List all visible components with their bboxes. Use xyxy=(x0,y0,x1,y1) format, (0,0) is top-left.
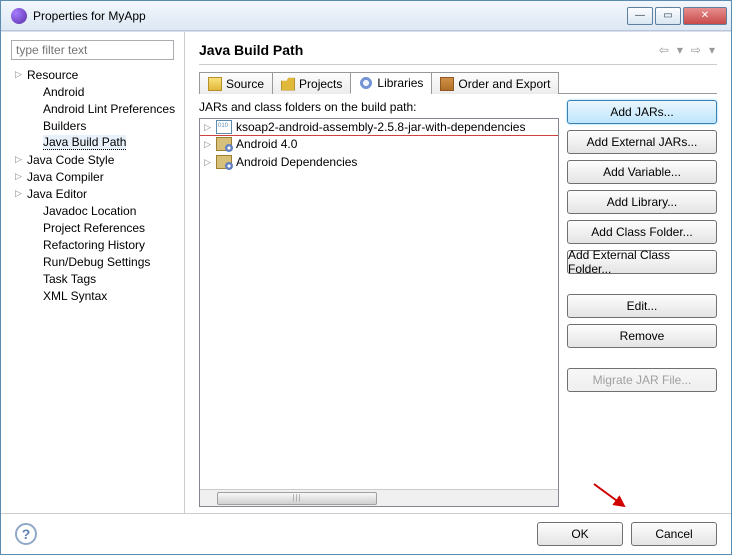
tree-item[interactable]: XML Syntax xyxy=(11,287,180,304)
dialog-footer: ? OK Cancel xyxy=(1,513,731,554)
library-entry-label: ksoap2-android-assembly-2.5.8-jar-with-d… xyxy=(236,120,525,134)
tree-item[interactable]: Run/Debug Settings xyxy=(11,253,180,270)
tree-item[interactable]: Java Build Path xyxy=(11,134,180,151)
tree-item-label: Run/Debug Settings xyxy=(43,255,150,269)
expand-arrow-icon[interactable]: ▷ xyxy=(204,157,216,168)
category-tree[interactable]: ▷ResourceAndroidAndroid Lint Preferences… xyxy=(5,66,180,507)
minimize-button[interactable]: — xyxy=(627,7,653,25)
jar-icon xyxy=(216,120,232,134)
edit-button[interactable]: Edit... xyxy=(567,294,717,318)
library-entry-label: Android Dependencies xyxy=(236,155,357,169)
add-external-class-folder-button[interactable]: Add External Class Folder... xyxy=(567,250,717,274)
page-title: Java Build Path xyxy=(199,42,657,58)
tree-item[interactable]: ▷Resource xyxy=(11,66,180,83)
add-library-button[interactable]: Add Library... xyxy=(567,190,717,214)
scrollbar-thumb[interactable] xyxy=(217,492,377,505)
expand-arrow-icon[interactable]: ▷ xyxy=(15,154,27,165)
remove-button[interactable]: Remove xyxy=(567,324,717,348)
tree-item-label: Java Compiler xyxy=(27,170,104,184)
category-panel: ▷ResourceAndroidAndroid Lint Preferences… xyxy=(1,32,185,513)
window-controls: — ▭ ✕ xyxy=(627,7,727,25)
expand-arrow-icon[interactable]: ▷ xyxy=(204,139,216,150)
library-entry-label: Android 4.0 xyxy=(236,137,297,151)
tab-label: Source xyxy=(226,77,264,91)
maximize-button[interactable]: ▭ xyxy=(655,7,681,25)
tab-label: Order and Export xyxy=(458,77,550,91)
eclipse-icon xyxy=(11,8,27,24)
libraries-content: JARs and class folders on the build path… xyxy=(199,100,717,507)
horizontal-scrollbar[interactable] xyxy=(200,489,558,506)
tree-item[interactable]: ▷Java Code Style xyxy=(11,151,180,168)
tree-item[interactable]: Refactoring History xyxy=(11,236,180,253)
ok-button[interactable]: OK xyxy=(537,522,623,546)
tab-projects[interactable]: Projects xyxy=(272,72,351,94)
main-area: ▷ResourceAndroidAndroid Lint Preferences… xyxy=(1,31,731,513)
library-entry[interactable]: ▷ Android Dependencies xyxy=(200,153,558,171)
add-jars-button[interactable]: Add JARs... xyxy=(567,100,717,124)
add-class-folder-button[interactable]: Add Class Folder... xyxy=(567,220,717,244)
settings-panel: Java Build Path ⇦ ▾ ⇨ ▾ Source Projects xyxy=(185,32,731,513)
help-icon[interactable]: ? xyxy=(15,523,37,545)
tree-item-label: Java Code Style xyxy=(27,153,114,167)
window-title: Properties for MyApp xyxy=(33,9,627,23)
tab-order-export[interactable]: Order and Export xyxy=(431,72,559,94)
tree-item[interactable]: Javadoc Location xyxy=(11,202,180,219)
tree-item-label: Java Editor xyxy=(27,187,87,201)
tree-item[interactable]: Android Lint Preferences xyxy=(11,100,180,117)
nav-back-icon[interactable]: ⇦ xyxy=(657,43,671,57)
close-button[interactable]: ✕ xyxy=(683,7,727,25)
nav-forward-menu-icon[interactable]: ▾ xyxy=(707,43,717,57)
tree-item[interactable]: Project References xyxy=(11,219,180,236)
tree-item[interactable]: Builders xyxy=(11,117,180,134)
page-header: Java Build Path ⇦ ▾ ⇨ ▾ xyxy=(199,42,717,65)
expand-arrow-icon[interactable]: ▷ xyxy=(15,171,27,182)
library-buttons: Add JARs... Add External JARs... Add Var… xyxy=(567,100,717,507)
tree-item-label: XML Syntax xyxy=(43,289,107,303)
tree-item-label: Resource xyxy=(27,68,78,82)
libfolder-icon xyxy=(216,155,232,169)
tree-item[interactable]: Task Tags xyxy=(11,270,180,287)
libraries-caption: JARs and class folders on the build path… xyxy=(199,100,559,114)
tree-item-label: Task Tags xyxy=(43,272,96,286)
tab-bar: Source Projects Libraries Order and Expo… xyxy=(199,71,717,94)
expand-arrow-icon[interactable]: ▷ xyxy=(15,188,27,199)
libraries-list-panel: JARs and class folders on the build path… xyxy=(199,100,559,507)
tree-item-label: Android Lint Preferences xyxy=(43,102,175,116)
expand-arrow-icon[interactable]: ▷ xyxy=(204,122,216,133)
projects-icon xyxy=(281,77,295,91)
expand-arrow-icon[interactable]: ▷ xyxy=(15,69,27,80)
tab-libraries[interactable]: Libraries xyxy=(350,72,432,94)
tab-label: Projects xyxy=(299,77,342,91)
tree-item-label: Android xyxy=(43,85,84,99)
tree-item-label: Builders xyxy=(43,119,86,133)
tree-item[interactable]: Android xyxy=(11,83,180,100)
tree-item-label: Java Build Path xyxy=(43,135,126,150)
add-external-jars-button[interactable]: Add External JARs... xyxy=(567,130,717,154)
titlebar: Properties for MyApp — ▭ ✕ xyxy=(1,1,731,31)
tree-item[interactable]: ▷Java Editor xyxy=(11,185,180,202)
filter-box xyxy=(11,40,174,60)
tab-source[interactable]: Source xyxy=(199,72,273,94)
migrate-jar-button: Migrate JAR File... xyxy=(567,368,717,392)
libfolder-icon xyxy=(216,137,232,151)
libraries-list[interactable]: ▷ ksoap2-android-assembly-2.5.8-jar-with-… xyxy=(199,118,559,507)
properties-dialog: Properties for MyApp — ▭ ✕ ▷ResourceAndr… xyxy=(0,0,732,555)
cancel-button[interactable]: Cancel xyxy=(631,522,717,546)
library-entry[interactable]: ▷ ksoap2-android-assembly-2.5.8-jar-with-… xyxy=(199,118,559,136)
source-icon xyxy=(208,77,222,91)
order-export-icon xyxy=(440,77,454,91)
nav-back-menu-icon[interactable]: ▾ xyxy=(675,43,685,57)
tree-item-label: Javadoc Location xyxy=(43,204,136,218)
tree-item-label: Project References xyxy=(43,221,145,235)
filter-input[interactable] xyxy=(11,40,174,60)
library-entry[interactable]: ▷ Android 4.0 xyxy=(200,135,558,153)
nav-forward-icon[interactable]: ⇨ xyxy=(689,43,703,57)
tab-label: Libraries xyxy=(377,76,423,90)
add-variable-button[interactable]: Add Variable... xyxy=(567,160,717,184)
libraries-icon xyxy=(359,76,373,90)
tree-item[interactable]: ▷Java Compiler xyxy=(11,168,180,185)
tree-item-label: Refactoring History xyxy=(43,238,145,252)
nav-arrows: ⇦ ▾ ⇨ ▾ xyxy=(657,43,717,57)
